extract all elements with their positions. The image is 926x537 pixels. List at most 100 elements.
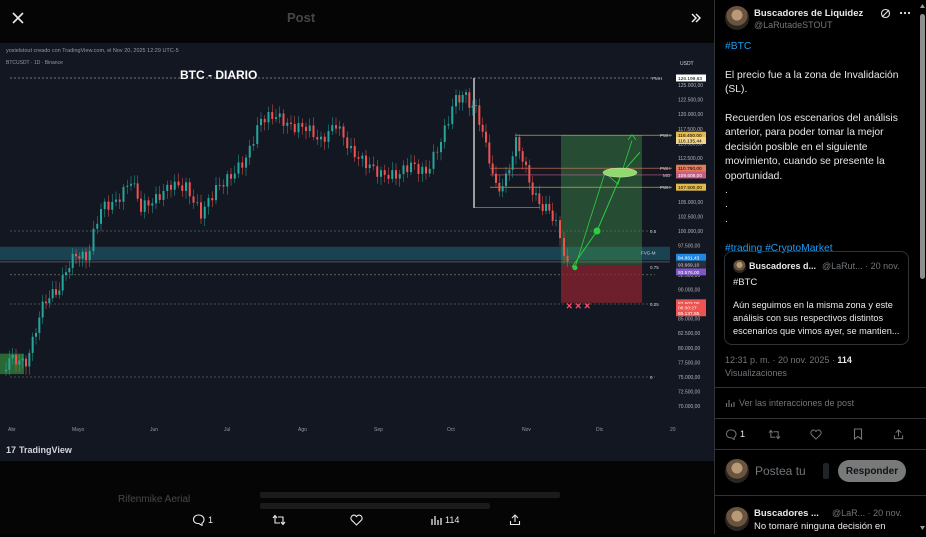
sidebar-share-button[interactable] [891,427,905,441]
share-icon [893,428,903,439]
chart-svg: yosielstout creado con TradingView.com, … [0,43,714,461]
candle-body [491,163,494,174]
month-label: 20 [670,427,676,433]
candle-body [31,336,34,353]
candle-body [425,166,427,174]
candle-body [143,200,146,212]
candle-body [271,112,274,119]
candle-body [38,317,41,333]
candle-body [166,184,169,191]
price-tag-text: 126.199,63 [678,76,702,82]
candle-body [8,358,11,370]
quote-author-name: Buscadores d... [749,261,817,271]
candle-body [335,125,337,129]
candle-body [177,181,180,186]
reply-author-name[interactable]: Buscadores ... [754,508,819,519]
candle-body [346,137,349,149]
candle-body [535,193,537,195]
quote-avatar [733,260,746,273]
level-label: PWH [660,133,671,138]
share-action[interactable] [509,510,521,530]
candle-body [215,185,217,201]
month-label: Dic [596,427,604,433]
price-tick-label: 77.500,00 [678,360,700,366]
media-viewer: Post Rifenmike Aerial yosielstout creado… [0,0,714,534]
reply-avatar[interactable] [725,507,749,531]
candle-body [297,123,300,133]
author-avatar[interactable] [725,6,749,30]
candle-body [301,123,304,127]
collapse-sidebar-button[interactable] [684,6,708,30]
views-action[interactable]: 114 [430,510,459,530]
entry-dot [572,265,578,271]
grok-icon [880,8,890,18]
candle-body [245,157,247,168]
candle-body [241,162,244,168]
candle-body [458,95,461,103]
reply-text: No tomaré ninguna decisión en [754,521,886,532]
candle-body [256,125,259,145]
price-tick-label: 75.000,00 [678,375,700,381]
candle-body [151,203,154,206]
candle-body [100,209,102,224]
sidebar-like-button[interactable] [809,427,823,441]
more-icon [899,11,911,15]
candle-body [96,223,99,229]
candle-body [475,105,477,107]
chart-image[interactable]: yosielstout creado con TradingView.com, … [0,43,714,461]
reply-action[interactable]: 1 [192,510,213,530]
close-button[interactable] [6,6,30,30]
repost-action[interactable] [272,510,289,530]
more-options-button[interactable] [898,6,912,20]
candle-body [162,190,165,200]
quote-author-handle: @LaRut... · 20 nov. [822,261,900,271]
grok-button[interactable] [878,6,892,20]
candle-body [35,332,37,337]
candle-body [15,354,17,365]
sidebar-reply-action[interactable]: 1 [725,427,753,441]
candle-body [451,106,454,125]
candle-body [461,94,464,103]
candle-body [118,199,121,202]
reply-icon [192,514,205,526]
sidebar-reply-count: 1 [740,429,746,439]
author-name[interactable]: Buscadores de Liquidez [754,8,863,19]
reply-button[interactable]: Responder [838,460,906,482]
candle-body [447,124,450,126]
month-label: Ago [298,427,307,433]
sidebar-repost-button[interactable] [767,427,781,441]
quoted-post[interactable]: Buscadores d... @LaRut... · 20 nov. #BTC… [724,251,909,345]
post-timestamp[interactable]: 12:31 p. m. · 20 nov. 2025 · [725,355,835,365]
author-handle[interactable]: @LaRutadeSTOUT [754,20,833,30]
candle-body [511,156,514,170]
background-text-line [260,503,490,509]
post-views-label: Visualizaciones [725,368,787,378]
candle-body [436,151,439,153]
hashtag-btc[interactable]: #BTC [725,41,751,52]
scrollbar[interactable] [919,2,926,532]
double-chevron-right-icon [691,13,702,23]
views-count: 114 [445,515,460,525]
price-tick-label: 105.000,00 [678,200,703,206]
month-label: Nov [522,427,531,433]
candle-body [372,164,375,167]
invalidation-mark: × [566,300,572,312]
month-label: Jul [224,427,230,433]
candle-body [222,185,225,187]
reply-author-handle[interactable]: @LaR... · 20 nov. [832,508,902,518]
candle-body [41,301,44,318]
view-interactions-link[interactable]: Ver las interacciones de post [725,398,854,408]
candle-body [275,117,277,119]
candle-body [170,184,172,190]
candle-body [226,174,229,187]
reply-input[interactable]: Postea tu [755,464,806,478]
candle-body [508,169,511,174]
candle-body [103,201,106,210]
like-action[interactable] [350,510,366,530]
candle-body [21,358,24,361]
candle-body [92,228,95,252]
candle-body [380,170,382,177]
sidebar-bookmark-button[interactable] [851,427,865,441]
bookmark-icon [853,428,863,440]
candle-body [211,198,214,201]
